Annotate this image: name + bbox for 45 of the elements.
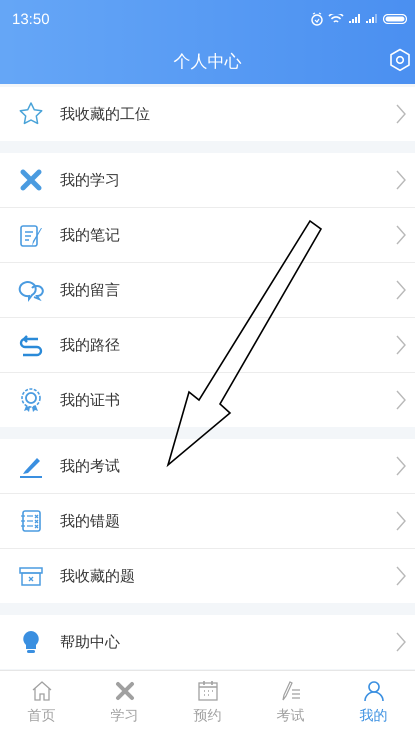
route-icon [18,332,44,358]
list-icon [18,508,44,534]
chevron-right-icon [396,335,406,355]
chevron-right-icon [396,511,406,531]
page-title: 个人中心 [174,50,242,72]
menu-label: 我收藏的工位 [60,104,151,124]
menu-label: 我的错题 [60,512,121,530]
signal-icon [349,14,361,24]
chevron-right-icon [396,456,406,476]
wifi-icon [328,14,344,24]
person-icon [362,679,386,703]
menu-label: 我的留言 [60,280,121,300]
chevron-right-icon [396,566,406,586]
battery-icon [383,14,407,24]
menu-row[interactable]: 帮助中心 [0,615,415,669]
menu-label: 帮助中心 [60,632,121,652]
status-time: 13:50 [12,10,50,28]
menu-label: 我收藏的题 [60,566,136,586]
menu-row[interactable]: 我收藏的题 [0,549,415,603]
signal-icon [366,14,378,24]
chevron-right-icon [396,170,406,190]
menu-row[interactable]: 我的错题 [0,494,415,549]
menu-row[interactable]: 我的考试 [0,439,415,494]
notepad-icon [18,222,44,248]
settings-icon[interactable] [388,48,412,72]
star-icon [18,101,44,127]
menu-row[interactable]: 我收藏的工位 [0,87,415,141]
menu-label: 我的考试 [60,456,121,476]
chevron-right-icon [396,632,406,652]
menu-label: 我的路径 [60,336,121,354]
menu-label: 我的证书 [60,390,121,410]
menu-row[interactable]: 我的笔记 [0,208,415,263]
alarm-icon [311,12,323,26]
chevron-right-icon [396,390,406,410]
chevron-right-icon [396,104,406,124]
chevron-right-icon [396,280,406,300]
calendar-icon [196,679,220,703]
menu-row[interactable]: 我的证书 [0,373,415,427]
menu-row[interactable]: 我的路径 [0,318,415,373]
menu-label: 我的学习 [60,170,121,190]
menu-label: 我的笔记 [60,226,121,244]
chevron-right-icon [396,225,406,245]
menu-row[interactable]: 我的留言 [0,263,415,318]
menu-row[interactable]: 我的学习 [0,153,415,208]
medal-icon [18,387,44,413]
